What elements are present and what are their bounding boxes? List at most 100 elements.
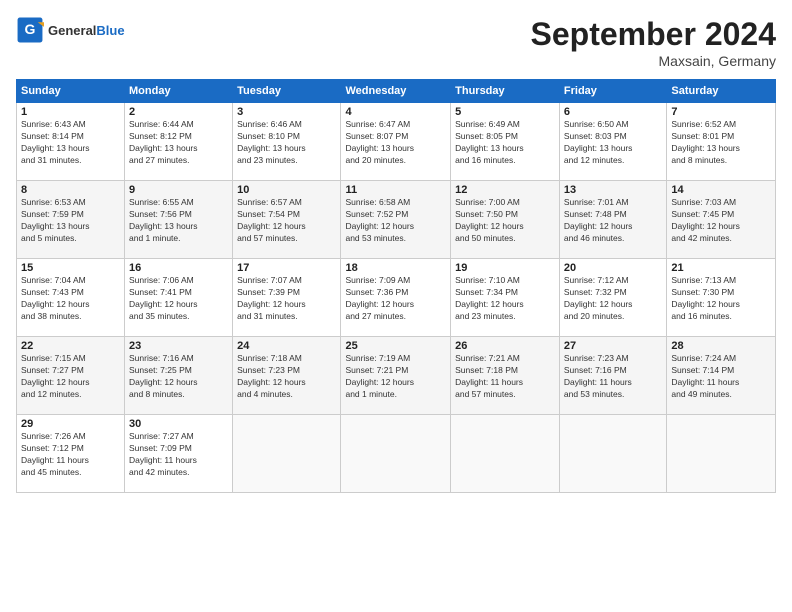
calendar-cell [341, 415, 451, 493]
day-info: Sunrise: 6:46 AMSunset: 8:10 PMDaylight:… [237, 119, 306, 165]
day-info: Sunrise: 6:58 AMSunset: 7:52 PMDaylight:… [345, 197, 414, 243]
calendar-cell: 13Sunrise: 7:01 AMSunset: 7:48 PMDayligh… [559, 181, 666, 259]
day-number: 26 [455, 340, 555, 352]
calendar-cell: 24Sunrise: 7:18 AMSunset: 7:23 PMDayligh… [233, 337, 341, 415]
day-number: 3 [237, 106, 336, 118]
calendar-cell: 11Sunrise: 6:58 AMSunset: 7:52 PMDayligh… [341, 181, 451, 259]
day-info: Sunrise: 7:01 AMSunset: 7:48 PMDaylight:… [564, 197, 633, 243]
logo-text: GeneralBlue [48, 23, 125, 38]
calendar-cell [559, 415, 666, 493]
header: G GeneralBlue September 2024 Maxsain, Ge… [16, 16, 776, 69]
calendar-cell: 29Sunrise: 7:26 AMSunset: 7:12 PMDayligh… [17, 415, 125, 493]
calendar-cell [233, 415, 341, 493]
calendar-cell: 26Sunrise: 7:21 AMSunset: 7:18 PMDayligh… [451, 337, 560, 415]
calendar-cell: 7Sunrise: 6:52 AMSunset: 8:01 PMDaylight… [667, 103, 776, 181]
calendar-cell: 18Sunrise: 7:09 AMSunset: 7:36 PMDayligh… [341, 259, 451, 337]
day-info: Sunrise: 7:26 AMSunset: 7:12 PMDaylight:… [21, 431, 89, 477]
calendar-cell: 27Sunrise: 7:23 AMSunset: 7:16 PMDayligh… [559, 337, 666, 415]
calendar-cell: 23Sunrise: 7:16 AMSunset: 7:25 PMDayligh… [125, 337, 233, 415]
day-number: 13 [564, 184, 662, 196]
day-info: Sunrise: 7:03 AMSunset: 7:45 PMDaylight:… [671, 197, 740, 243]
day-info: Sunrise: 6:50 AMSunset: 8:03 PMDaylight:… [564, 119, 633, 165]
day-info: Sunrise: 6:47 AMSunset: 8:07 PMDaylight:… [345, 119, 414, 165]
day-number: 11 [345, 184, 446, 196]
day-number: 27 [564, 340, 662, 352]
day-info: Sunrise: 6:55 AMSunset: 7:56 PMDaylight:… [129, 197, 198, 243]
calendar-cell: 30Sunrise: 7:27 AMSunset: 7:09 PMDayligh… [125, 415, 233, 493]
header-row: Sunday Monday Tuesday Wednesday Thursday… [17, 80, 776, 103]
calendar-row: 8Sunrise: 6:53 AMSunset: 7:59 PMDaylight… [17, 181, 776, 259]
calendar-cell: 20Sunrise: 7:12 AMSunset: 7:32 PMDayligh… [559, 259, 666, 337]
day-number: 2 [129, 106, 228, 118]
day-info: Sunrise: 7:06 AMSunset: 7:41 PMDaylight:… [129, 275, 198, 321]
location: Maxsain, Germany [531, 53, 776, 69]
day-info: Sunrise: 6:44 AMSunset: 8:12 PMDaylight:… [129, 119, 198, 165]
day-number: 30 [129, 418, 228, 430]
day-info: Sunrise: 7:15 AMSunset: 7:27 PMDaylight:… [21, 353, 90, 399]
col-friday: Friday [559, 80, 666, 103]
day-info: Sunrise: 7:12 AMSunset: 7:32 PMDaylight:… [564, 275, 633, 321]
calendar-cell: 6Sunrise: 6:50 AMSunset: 8:03 PMDaylight… [559, 103, 666, 181]
day-info: Sunrise: 7:09 AMSunset: 7:36 PMDaylight:… [345, 275, 414, 321]
day-number: 20 [564, 262, 662, 274]
calendar-row: 15Sunrise: 7:04 AMSunset: 7:43 PMDayligh… [17, 259, 776, 337]
month-title: September 2024 [531, 16, 776, 53]
calendar-row: 22Sunrise: 7:15 AMSunset: 7:27 PMDayligh… [17, 337, 776, 415]
day-number: 1 [21, 106, 120, 118]
day-info: Sunrise: 7:19 AMSunset: 7:21 PMDaylight:… [345, 353, 414, 399]
logo-icon: G [16, 16, 44, 44]
day-info: Sunrise: 6:43 AMSunset: 8:14 PMDaylight:… [21, 119, 90, 165]
col-tuesday: Tuesday [233, 80, 341, 103]
day-number: 24 [237, 340, 336, 352]
calendar-body: 1Sunrise: 6:43 AMSunset: 8:14 PMDaylight… [17, 103, 776, 493]
calendar-cell: 22Sunrise: 7:15 AMSunset: 7:27 PMDayligh… [17, 337, 125, 415]
calendar-cell: 25Sunrise: 7:19 AMSunset: 7:21 PMDayligh… [341, 337, 451, 415]
day-info: Sunrise: 6:57 AMSunset: 7:54 PMDaylight:… [237, 197, 306, 243]
title-block: September 2024 Maxsain, Germany [531, 16, 776, 69]
day-number: 21 [671, 262, 771, 274]
day-info: Sunrise: 6:53 AMSunset: 7:59 PMDaylight:… [21, 197, 90, 243]
day-number: 12 [455, 184, 555, 196]
day-info: Sunrise: 7:10 AMSunset: 7:34 PMDaylight:… [455, 275, 524, 321]
day-info: Sunrise: 7:00 AMSunset: 7:50 PMDaylight:… [455, 197, 524, 243]
col-wednesday: Wednesday [341, 80, 451, 103]
page: G GeneralBlue September 2024 Maxsain, Ge… [0, 0, 792, 612]
day-number: 28 [671, 340, 771, 352]
day-number: 29 [21, 418, 120, 430]
day-info: Sunrise: 7:07 AMSunset: 7:39 PMDaylight:… [237, 275, 306, 321]
calendar-cell: 3Sunrise: 6:46 AMSunset: 8:10 PMDaylight… [233, 103, 341, 181]
calendar-cell: 17Sunrise: 7:07 AMSunset: 7:39 PMDayligh… [233, 259, 341, 337]
day-number: 5 [455, 106, 555, 118]
day-number: 22 [21, 340, 120, 352]
day-number: 19 [455, 262, 555, 274]
day-number: 17 [237, 262, 336, 274]
calendar-cell: 4Sunrise: 6:47 AMSunset: 8:07 PMDaylight… [341, 103, 451, 181]
day-info: Sunrise: 7:21 AMSunset: 7:18 PMDaylight:… [455, 353, 523, 399]
calendar-cell: 8Sunrise: 6:53 AMSunset: 7:59 PMDaylight… [17, 181, 125, 259]
day-number: 18 [345, 262, 446, 274]
day-number: 14 [671, 184, 771, 196]
day-number: 23 [129, 340, 228, 352]
day-number: 4 [345, 106, 446, 118]
col-sunday: Sunday [17, 80, 125, 103]
calendar-cell [451, 415, 560, 493]
logo: G GeneralBlue [16, 16, 125, 44]
calendar-table: Sunday Monday Tuesday Wednesday Thursday… [16, 79, 776, 493]
day-info: Sunrise: 7:04 AMSunset: 7:43 PMDaylight:… [21, 275, 90, 321]
day-number: 10 [237, 184, 336, 196]
day-info: Sunrise: 7:24 AMSunset: 7:14 PMDaylight:… [671, 353, 739, 399]
calendar-row: 1Sunrise: 6:43 AMSunset: 8:14 PMDaylight… [17, 103, 776, 181]
day-number: 9 [129, 184, 228, 196]
calendar-cell: 12Sunrise: 7:00 AMSunset: 7:50 PMDayligh… [451, 181, 560, 259]
calendar-cell: 1Sunrise: 6:43 AMSunset: 8:14 PMDaylight… [17, 103, 125, 181]
day-number: 6 [564, 106, 662, 118]
day-number: 16 [129, 262, 228, 274]
calendar-cell: 16Sunrise: 7:06 AMSunset: 7:41 PMDayligh… [125, 259, 233, 337]
svg-text:G: G [25, 21, 36, 37]
day-info: Sunrise: 7:18 AMSunset: 7:23 PMDaylight:… [237, 353, 306, 399]
day-number: 7 [671, 106, 771, 118]
calendar-cell: 15Sunrise: 7:04 AMSunset: 7:43 PMDayligh… [17, 259, 125, 337]
day-number: 8 [21, 184, 120, 196]
calendar-cell: 9Sunrise: 6:55 AMSunset: 7:56 PMDaylight… [125, 181, 233, 259]
calendar-cell: 14Sunrise: 7:03 AMSunset: 7:45 PMDayligh… [667, 181, 776, 259]
